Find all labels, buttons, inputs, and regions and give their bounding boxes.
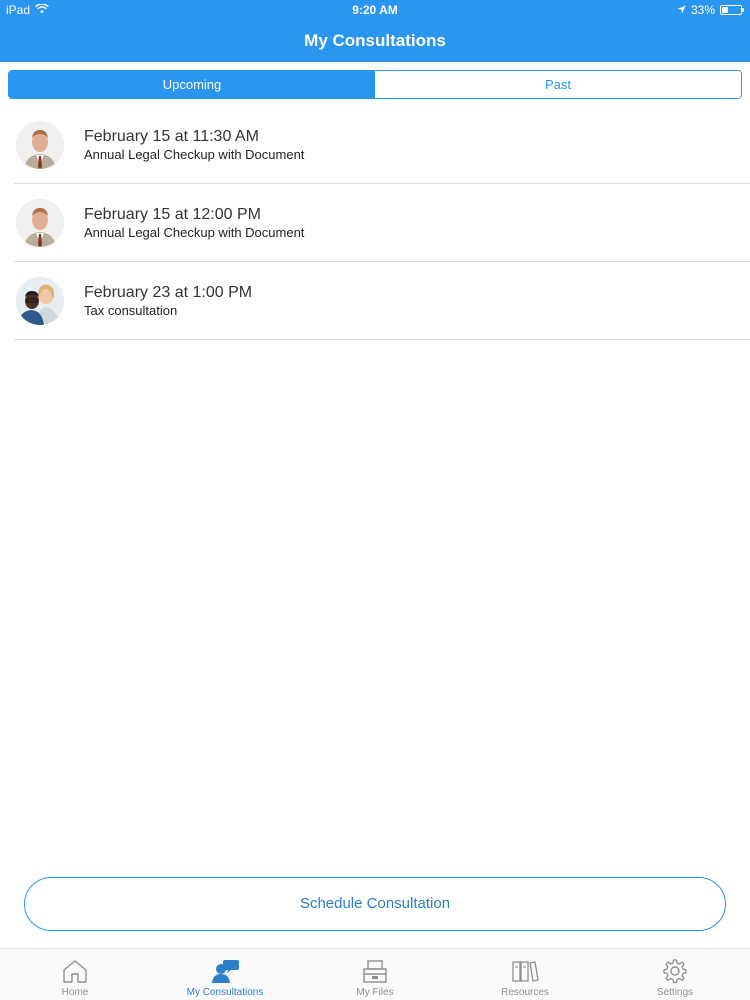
location-arrow-icon: [677, 3, 686, 17]
consultation-date: February 15 at 11:30 AM: [84, 128, 259, 145]
consultation-row[interactable]: February 15 at 11:30 AM Annual Legal Che…: [14, 106, 750, 184]
schedule-consultation-button[interactable]: Schedule Consultation: [24, 877, 726, 931]
consultations-icon: [211, 958, 239, 984]
battery-percent: 33%: [690, 3, 715, 17]
tab-home[interactable]: Home: [0, 949, 150, 1000]
battery-icon: [720, 5, 744, 15]
avatar: [16, 199, 64, 247]
segment-past[interactable]: Past: [375, 71, 741, 98]
tab-label: Home: [61, 987, 89, 998]
consultation-date: February 23 at 1:00 PM: [84, 284, 253, 301]
consultation-description: Annual Legal Checkup with Document: [84, 225, 305, 240]
tab-label: My Files: [356, 987, 394, 998]
files-icon: [361, 958, 389, 984]
tab-label: Settings: [656, 987, 694, 998]
consultation-description: Tax consultation: [84, 303, 178, 318]
resources-icon: [511, 958, 539, 984]
consultation-description: Annual Legal Checkup with Document: [84, 147, 305, 162]
consultation-date: February 15 at 12:00 PM: [84, 206, 261, 223]
gear-icon: [661, 958, 689, 984]
tab-settings[interactable]: Settings: [600, 949, 750, 1000]
segmented-control: Upcoming Past: [8, 70, 742, 99]
page-title: My Consultations: [304, 31, 446, 50]
tab-label: Resources: [501, 987, 549, 998]
status-bar: iPad 9:20 AM 33%: [0, 0, 750, 20]
tab-my-files[interactable]: My Files: [300, 949, 450, 1000]
avatar: [16, 277, 64, 325]
home-icon: [61, 958, 89, 984]
consultation-row[interactable]: February 15 at 12:00 PM Annual Legal Che…: [14, 184, 750, 262]
consultation-list: February 15 at 11:30 AM Annual Legal Che…: [14, 106, 750, 340]
tab-my-consultations[interactable]: My Consultations: [150, 949, 300, 1000]
consultation-row[interactable]: February 23 at 1:00 PM Tax consultation: [14, 262, 750, 340]
navigation-header: iPad 9:20 AM 33% My Consultations: [0, 0, 750, 62]
segment-upcoming[interactable]: Upcoming: [9, 71, 375, 98]
status-time: 9:20 AM: [352, 3, 398, 17]
avatar: [16, 121, 64, 169]
tab-label: My Consultations: [186, 987, 264, 998]
tab-bar: Home My Consultations My Files Resources…: [0, 948, 750, 1000]
tab-resources[interactable]: Resources: [450, 949, 600, 1000]
